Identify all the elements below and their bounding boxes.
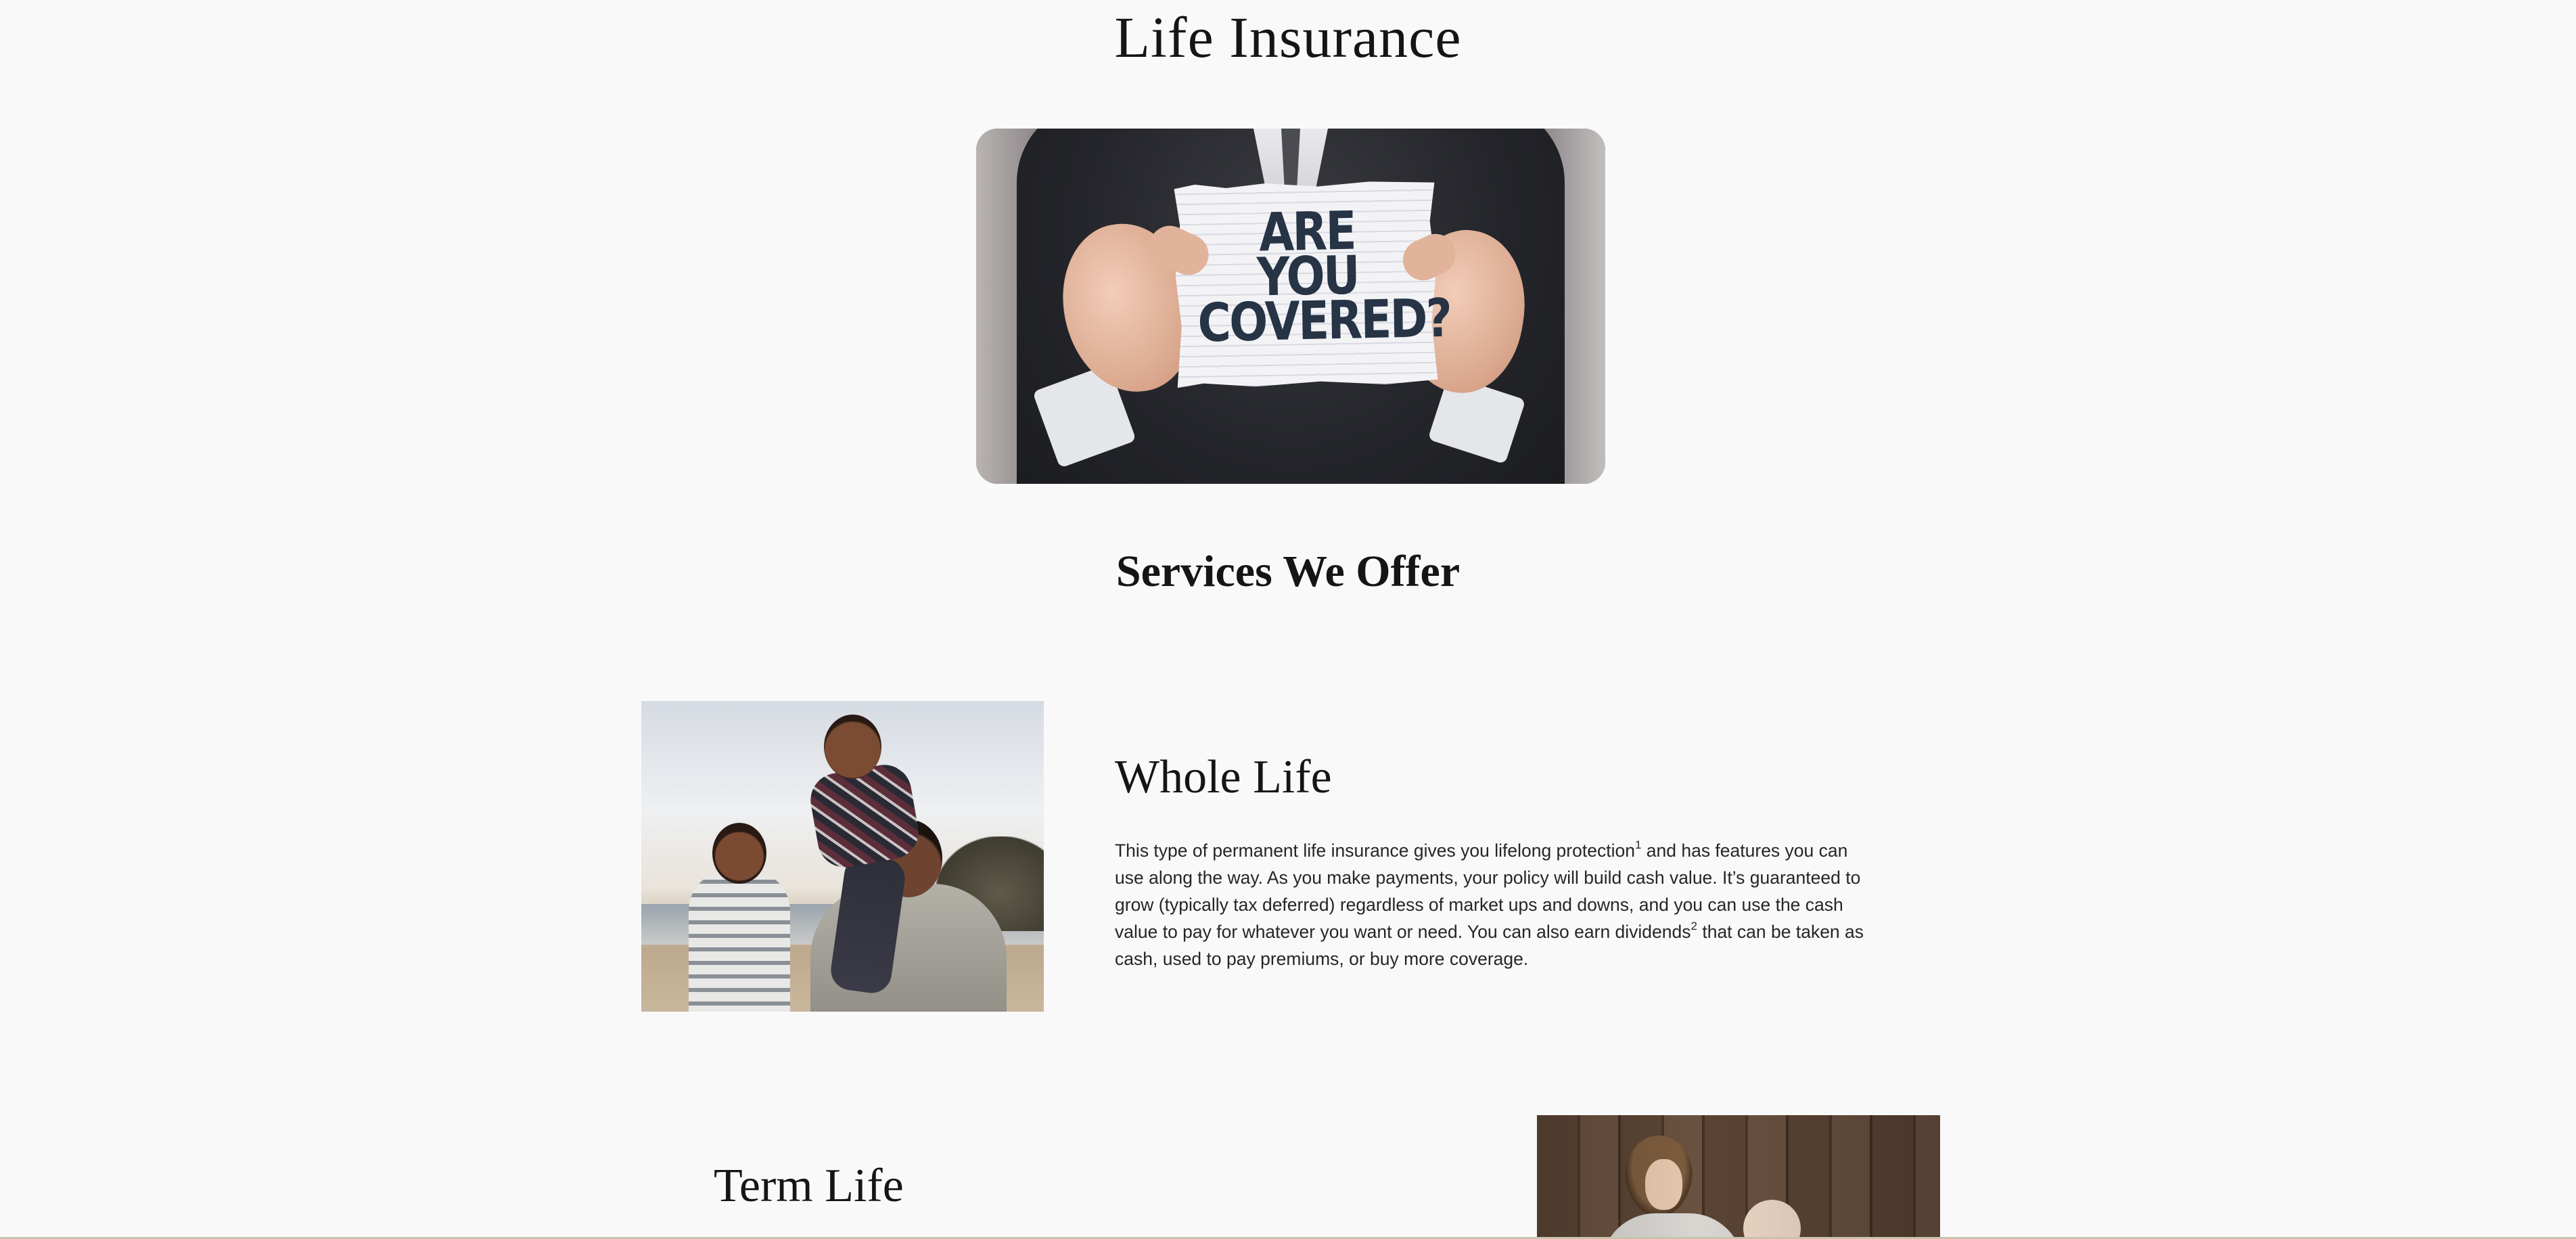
whole-life-title: Whole Life (1115, 751, 1332, 803)
footnote-ref-1[interactable]: 1 (1635, 838, 1641, 851)
page-title: Life Insurance (1114, 5, 1462, 70)
image-shade (1537, 1115, 1940, 1239)
hero-sign-line: COVERED? (1197, 288, 1451, 355)
whole-life-image (641, 701, 1044, 1012)
image-woman (689, 870, 790, 1012)
whole-life-text: This type of permanent life insurance gi… (1115, 840, 1635, 861)
whole-life-description: This type of permanent life insurance gi… (1115, 837, 1869, 972)
image-child (806, 761, 923, 872)
hero-image-are-you-covered: ARE YOU COVERED? (976, 129, 1605, 484)
services-heading: Services We Offer (1116, 547, 1460, 596)
image-woman-head (712, 823, 766, 884)
hero-sign-text: ARE YOU COVERED? (1196, 201, 1451, 355)
image-child-head (824, 715, 881, 779)
term-life-image (1537, 1115, 1940, 1239)
footnote-ref-2[interactable]: 2 (1691, 920, 1697, 932)
term-life-title: Term Life (714, 1160, 904, 1212)
